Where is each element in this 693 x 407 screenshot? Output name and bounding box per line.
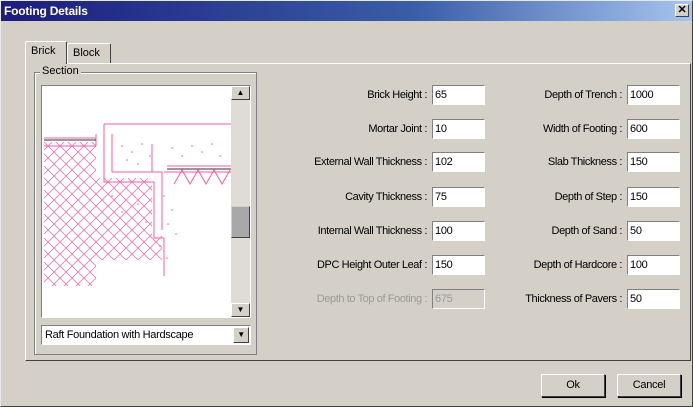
close-icon: ✕: [677, 4, 687, 16]
brick-height-input[interactable]: [432, 85, 485, 105]
depth-to-top-of-footing-input: [432, 289, 485, 309]
scroll-up-button[interactable]: ▲: [231, 86, 250, 100]
tab-block[interactable]: Block: [67, 43, 111, 63]
cancel-button[interactable]: Cancel: [617, 374, 681, 397]
footing-section-drawing: [44, 123, 231, 286]
depth-of-trench-label: Depth of Trench :: [544, 89, 622, 101]
dpc-height-outer-leaf-label: DPC Height Outer Leaf :: [316, 259, 427, 271]
thickness-of-pavers-label: Thickness of Pavers :: [525, 293, 622, 305]
width-of-footing-label: Width of Footing :: [542, 123, 622, 135]
tab-brick[interactable]: Brick: [25, 41, 67, 64]
scroll-down-button[interactable]: ▼: [231, 303, 250, 317]
dpc-height-outer-leaf-input[interactable]: [432, 255, 485, 275]
width-of-footing-input[interactable]: [627, 119, 680, 139]
title-bar[interactable]: Footing Details ✕: [1, 1, 692, 21]
footing-details-dialog: Footing Details ✕ Brick Block Section ▲ …: [0, 0, 693, 407]
depth-of-hardcore-input[interactable]: [627, 255, 680, 275]
depth-of-step-label: Depth of Step :: [554, 191, 623, 203]
mortar-joint-input[interactable]: [432, 119, 485, 139]
mortar-joint-label: Mortar Joint :: [368, 123, 427, 135]
chevron-down-icon: ▼: [237, 330, 245, 339]
window-title: Footing Details: [4, 4, 88, 18]
slab-thickness-label: Slab Thickness :: [547, 156, 623, 168]
ok-button-label: Ok: [566, 379, 580, 391]
scroll-up-icon: ▲: [236, 88, 245, 97]
close-button[interactable]: ✕: [675, 4, 689, 17]
scroll-thumb[interactable]: [231, 206, 250, 238]
cavity-thickness-label: Cavity Thickness :: [345, 191, 427, 203]
external-wall-thickness-label: External Wall Thickness :: [314, 156, 427, 168]
preview-scrollbar[interactable]: ▲ ▼: [231, 86, 250, 317]
section-preview: ▲ ▼: [41, 85, 251, 318]
depth-of-step-input[interactable]: [627, 187, 680, 207]
ok-button[interactable]: Ok: [541, 374, 605, 397]
internal-wall-thickness-label: Internal Wall Thickness :: [317, 225, 428, 237]
cavity-thickness-input[interactable]: [432, 187, 485, 207]
foundation-type-dropdown-button[interactable]: ▼: [233, 327, 249, 343]
thickness-of-pavers-input[interactable]: [627, 289, 680, 309]
external-wall-thickness-input[interactable]: [432, 152, 485, 172]
brick-tab-panel: Section ▲ ▼ Raft Foundation with Hardsca…: [25, 63, 691, 361]
tab-brick-label: Brick: [31, 45, 56, 57]
section-group-title: Section: [40, 65, 81, 77]
brick-height-label: Brick Height :: [367, 89, 427, 101]
depth-of-trench-input[interactable]: [627, 85, 680, 105]
scroll-down-icon: ▼: [236, 305, 245, 314]
depth-of-sand-input[interactable]: [627, 221, 680, 241]
depth-of-hardcore-label: Depth of Hardcore :: [533, 259, 623, 271]
foundation-type-select[interactable]: Raft Foundation with Hardscape ▼: [41, 325, 251, 345]
section-group: Section ▲ ▼ Raft Foundation with Hardsca…: [34, 65, 257, 355]
depth-to-top-of-footing-label: Depth to Top of Footing :: [316, 293, 428, 305]
foundation-type-value: Raft Foundation with Hardscape: [45, 329, 194, 341]
internal-wall-thickness-input[interactable]: [432, 221, 485, 241]
tab-block-label: Block: [73, 47, 100, 59]
slab-thickness-input[interactable]: [627, 152, 680, 172]
depth-of-sand-label: Depth of Sand :: [551, 225, 623, 237]
cancel-button-label: Cancel: [632, 379, 666, 391]
